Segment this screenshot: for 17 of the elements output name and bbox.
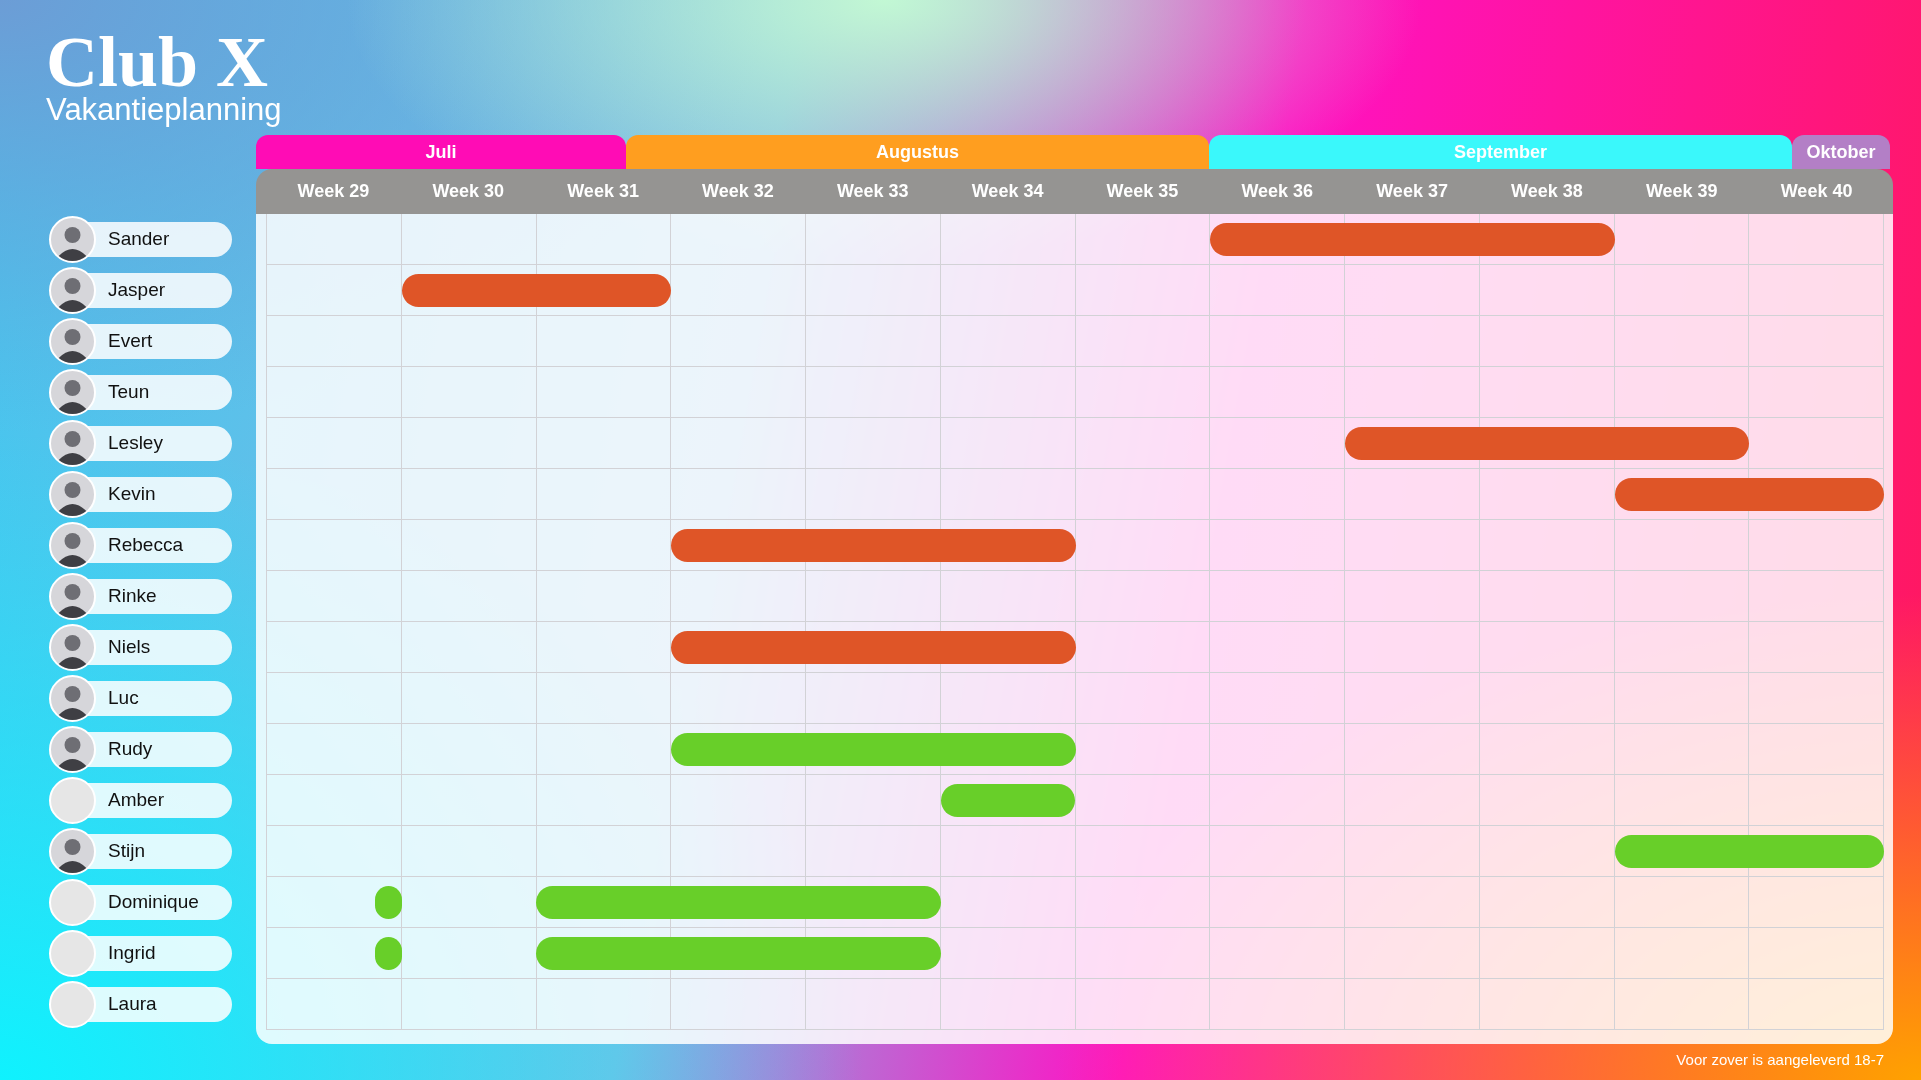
month-header: September [1209,135,1792,169]
month-header: Augustus [626,135,1209,169]
week-label: Week 34 [971,180,1044,203]
week-label: Week 36 [1241,180,1314,203]
week-label: Week 31 [567,180,639,203]
week-label: Week 39 [1645,180,1718,203]
week-label: Week 35 [1106,180,1179,203]
week-label: Week 37 [1376,180,1448,203]
week-label: Week 33 [836,180,909,203]
month-header: Juli [256,135,626,169]
week-label: Week 29 [297,180,370,203]
week-label: Week 40 [1780,180,1853,203]
week-label: Week 38 [1511,180,1583,203]
week-label: Week 30 [432,180,505,203]
month-header: Oktober [1792,135,1890,169]
footer-note: Voor zover is aangeleverd 18-7 [1676,1050,1884,1070]
week-label: Week 32 [702,180,774,203]
